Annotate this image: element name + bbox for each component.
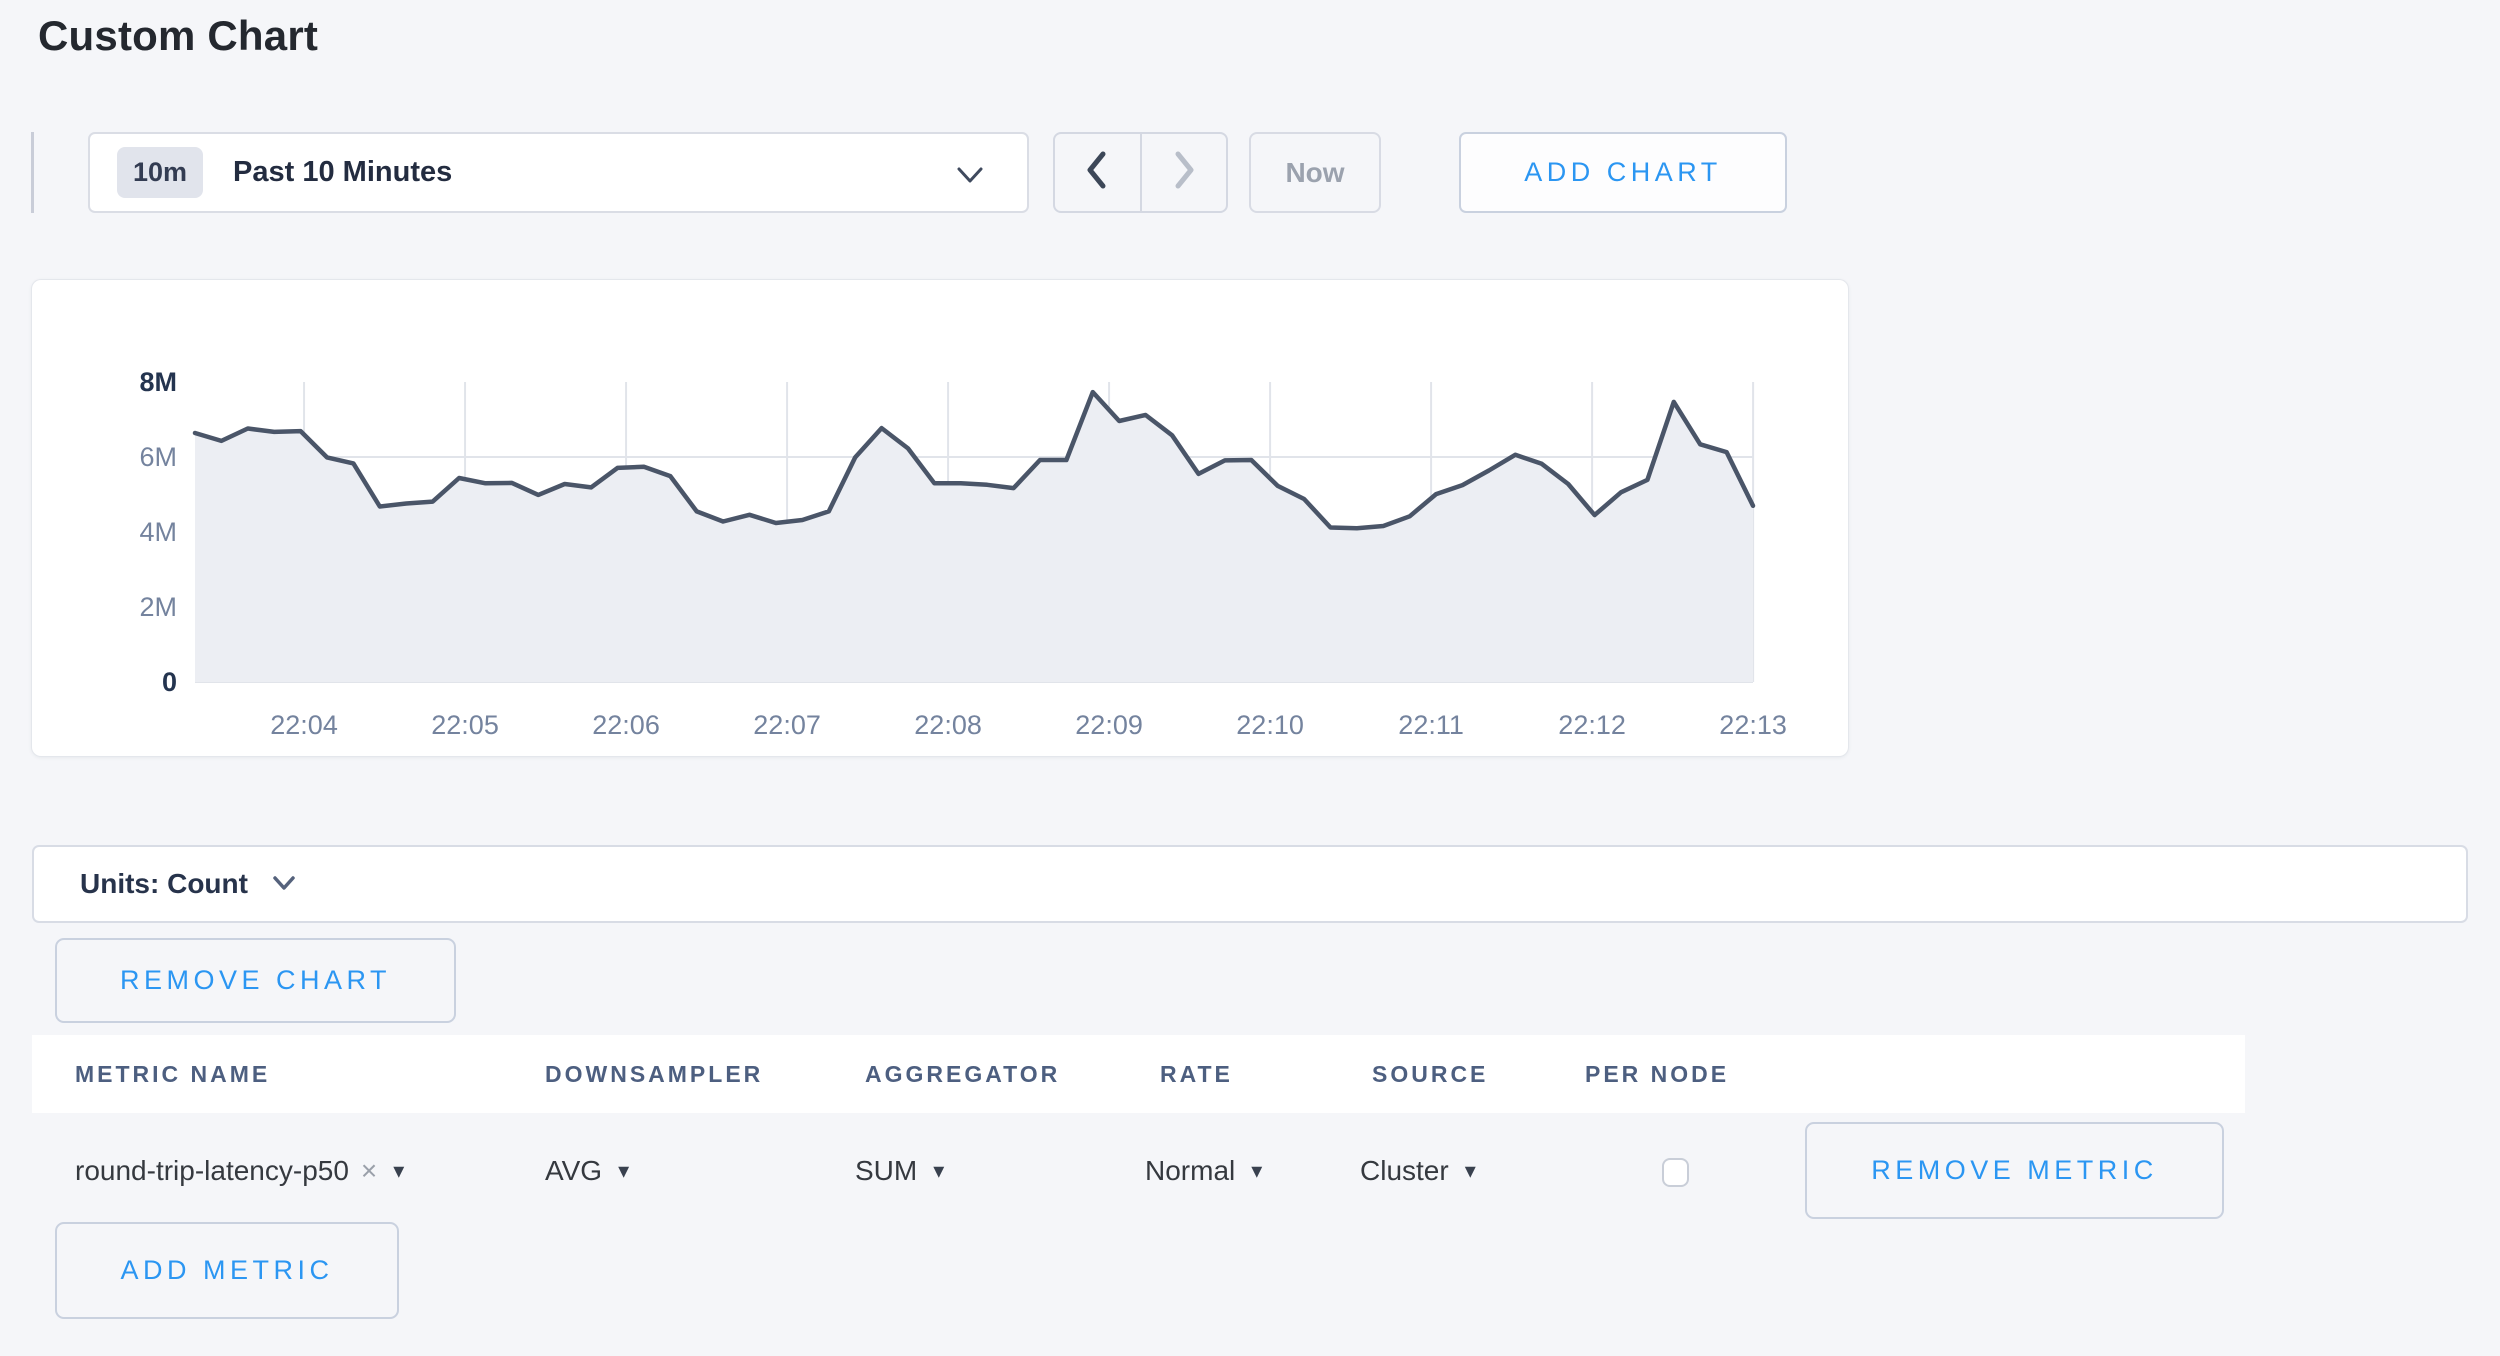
caret-down-icon: ▾ [1465, 1158, 1476, 1184]
caret-down-icon: ▾ [393, 1158, 404, 1184]
time-range-badge: 10m [117, 147, 203, 198]
column-header-source: SOURCE [1372, 1035, 1488, 1113]
metrics-table-header: METRIC NAME DOWNSAMPLER AGGREGATOR RATE … [32, 1035, 2245, 1113]
chart-card: 22:04 22:05 22:06 22:07 22:08 22:09 22:10 22:11… [32, 280, 1848, 756]
remove-metric-button[interactable]: REMOVE METRIC [1805, 1122, 2224, 1219]
rate-dropdown[interactable]: Normal ▾ [1145, 1122, 1262, 1219]
source-value: Cluster [1360, 1155, 1449, 1187]
caret-down-icon: ▾ [933, 1158, 944, 1184]
svg-text:0: 0 [162, 667, 177, 697]
chevron-down-icon [953, 162, 987, 193]
svg-text:22:08: 22:08 [914, 710, 982, 740]
svg-text:22:07: 22:07 [753, 710, 821, 740]
page-title: Custom Chart [38, 12, 318, 60]
source-dropdown[interactable]: Cluster ▾ [1360, 1122, 1476, 1219]
aggregator-value: SUM [855, 1155, 917, 1187]
per-node-checkbox[interactable] [1662, 1158, 1689, 1187]
aggregator-dropdown[interactable]: SUM ▾ [855, 1122, 944, 1219]
svg-text:22:05: 22:05 [431, 710, 499, 740]
chevron-left-icon [1082, 149, 1112, 196]
svg-text:22:06: 22:06 [592, 710, 660, 740]
column-header-rate: RATE [1160, 1035, 1233, 1113]
time-range-dropdown[interactable]: 10m Past 10 Minutes [88, 132, 1029, 213]
time-step-button-group [1053, 132, 1228, 213]
svg-text:22:13: 22:13 [1719, 710, 1787, 740]
chevron-down-icon [270, 873, 298, 900]
svg-text:8M: 8M [139, 367, 177, 397]
caret-down-icon: ▾ [1251, 1158, 1262, 1184]
remove-chart-button[interactable]: REMOVE CHART [55, 938, 456, 1023]
rate-value: Normal [1145, 1155, 1235, 1187]
metric-name-dropdown[interactable]: round-trip-latency-p50 × ▾ [75, 1122, 404, 1219]
column-header-aggregator: AGGREGATOR [865, 1035, 1060, 1113]
svg-text:22:10: 22:10 [1236, 710, 1304, 740]
add-metric-button[interactable]: ADD METRIC [55, 1222, 399, 1319]
prev-time-button[interactable] [1055, 134, 1140, 211]
column-header-downsampler: DOWNSAMPLER [545, 1035, 763, 1113]
svg-text:22:12: 22:12 [1558, 710, 1626, 740]
svg-text:6M: 6M [139, 442, 177, 472]
custom-chart-page: Custom Chart 10m Past 10 Minutes Now ADD… [0, 0, 2500, 1356]
downsampler-value: AVG [545, 1155, 602, 1187]
now-button[interactable]: Now [1249, 132, 1381, 213]
caret-down-icon: ▾ [618, 1158, 629, 1184]
clear-metric-icon[interactable]: × [361, 1155, 377, 1187]
units-dropdown[interactable]: Units: Count [32, 845, 2468, 923]
metric-name-value: round-trip-latency-p50 [75, 1155, 349, 1187]
add-chart-button[interactable]: ADD CHART [1459, 132, 1787, 213]
column-header-per-node: PER NODE [1585, 1035, 1729, 1113]
metric-row: round-trip-latency-p50 × ▾ AVG ▾ SUM ▾ N… [32, 1122, 2468, 1219]
svg-text:22:09: 22:09 [1075, 710, 1143, 740]
custom-chart-svg: 22:04 22:05 22:06 22:07 22:08 22:09 22:10 22:11… [32, 280, 1848, 756]
svg-text:22:04: 22:04 [270, 710, 338, 740]
units-label: Units: Count [80, 868, 248, 900]
column-header-metric-name: METRIC NAME [75, 1035, 270, 1113]
time-range-label: Past 10 Minutes [233, 156, 452, 189]
chevron-right-icon [1169, 149, 1199, 196]
svg-text:2M: 2M [139, 592, 177, 622]
svg-text:22:11: 22:11 [1398, 710, 1464, 740]
svg-text:4M: 4M [139, 517, 177, 547]
downsampler-dropdown[interactable]: AVG ▾ [545, 1122, 629, 1219]
next-time-button[interactable] [1140, 134, 1227, 211]
toolbar-divider [31, 132, 34, 213]
